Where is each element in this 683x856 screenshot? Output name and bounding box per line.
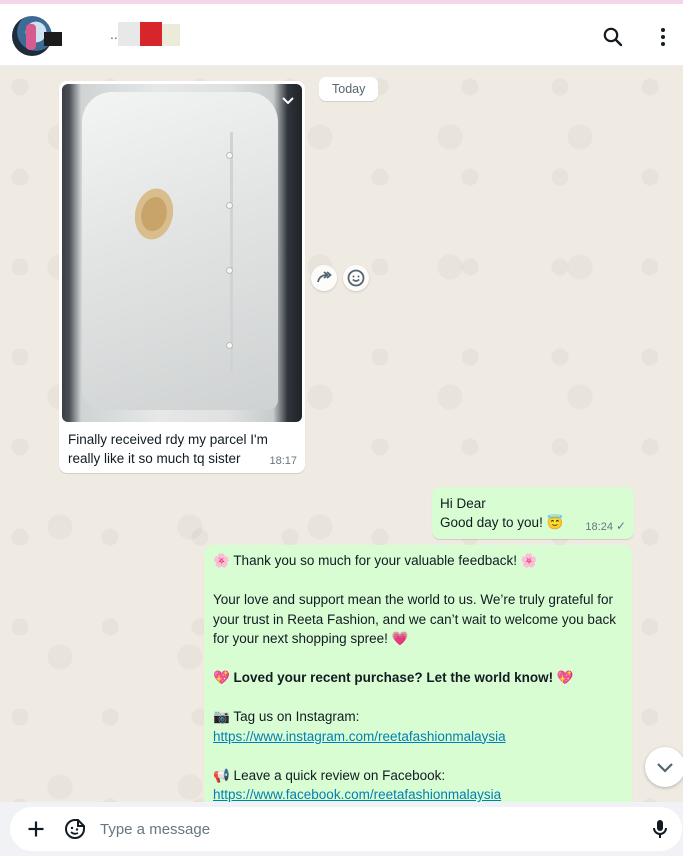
message-caption: Finally received rdy my parcel I'm reall… [68,432,268,466]
shirt-button [226,152,233,159]
message-photo[interactable] [62,84,302,422]
redaction-block [162,24,180,46]
message-paragraph: Your love and support mean the world to … [213,592,616,646]
incoming-message[interactable]: Finally received rdy my parcel I'm reall… [59,81,305,473]
message-text-line: Hi Dear [440,496,486,511]
avatar-badge [44,32,62,46]
instagram-link[interactable]: https://www.instagram.com/reetafashionma… [213,729,506,744]
shirt-button [226,342,233,349]
sticker-icon[interactable] [63,817,87,841]
outgoing-message[interactable]: 🌸 Thank you so much for your valuable fe… [204,545,632,802]
shirt-image [82,92,278,410]
message-paragraph: 💖 Loved your recent purchase? Let the wo… [213,670,574,685]
plus-icon[interactable] [24,817,48,841]
embroidery-motif [126,180,182,248]
menu-icon[interactable] [651,25,675,49]
composer-bar [0,802,683,856]
emoji-react-icon[interactable] [343,265,369,291]
message-list[interactable]: Today Finally received rdy my parcel I'm… [0,67,683,802]
outgoing-message[interactable]: Hi Dear Good day to you! 😇 18:24 ✓ [432,487,634,539]
sent-check-icon: ✓ [615,519,626,533]
chevron-down-icon [657,763,673,773]
search-icon[interactable] [601,25,625,49]
message-meta: 18:24 ✓ [585,519,626,533]
chat-header: ...ka [0,4,683,66]
facebook-link[interactable]: https://www.facebook.com/reetafashionmal… [213,787,501,802]
scroll-down-button[interactable] [645,747,683,787]
shirt-button [226,267,233,274]
redaction-block [140,22,162,46]
instagram-label: 📷 Tag us on Instagram: [213,709,360,724]
message-time: 18:17 [269,455,297,467]
composer-box [10,807,682,851]
shirt-placket [230,132,233,372]
redaction-block [118,22,140,46]
date-separator: Today [319,77,379,101]
forward-icon[interactable] [311,265,337,291]
message-paragraph: 🌸 Thank you so much for your valuable fe… [213,553,538,568]
message-input[interactable] [100,817,620,841]
shirt-button [226,202,233,209]
facebook-label: 📢 Leave a quick review on Facebook: [213,767,446,783]
message-time: 18:24 [585,521,613,533]
mic-icon[interactable] [648,817,672,841]
chevron-down-icon[interactable] [280,92,296,108]
